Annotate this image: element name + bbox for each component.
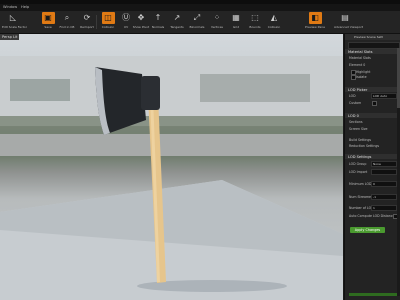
row-lod-import: LOD Import [349,170,368,174]
building-window [10,79,70,101]
normals-icon: ↑ [154,13,162,22]
binormals-button[interactable]: ⤢ Binormals [186,12,208,32]
custom-checkbox[interactable] [372,101,377,106]
lod-import-dropdown[interactable] [371,169,397,175]
hedge [0,116,343,136]
advanced-viewport-button[interactable]: ▤ Advanced Viewport [334,12,363,32]
bounds-icon: ⬚ [251,13,259,22]
details-search-input[interactable] [348,42,400,49]
menu-help[interactable]: Help [21,5,29,9]
row-lod-group: LOD Group [349,162,367,166]
toolbar: ◺ Edit Scale Factor ▣ Save ⌕ Find in CB … [0,11,400,34]
row-sections[interactable]: Sections [349,120,363,124]
find-in-content-browser-icon: ⌕ [64,13,70,22]
row-minimum-lod: Minimum LOD [349,182,372,186]
highlight-label: Highlight [356,70,371,74]
grid-icon: ▦ [232,13,240,22]
minimum-lod-input[interactable]: 0 [371,181,397,187]
isolate-label: Isolate [356,75,367,79]
lod-group-dropdown[interactable]: None [371,161,397,167]
row-auto-compute-lod: Auto Compute LOD Distances [349,214,397,218]
ground-plaza [0,134,343,156]
axe-eye [141,76,160,110]
row-build-settings[interactable]: Build Settings [349,138,371,142]
preview-pane-button[interactable]: ◧ Preview Pane [304,12,326,32]
viewport-mode-tag[interactable]: Persp Lit [0,34,20,40]
section-lod-picker[interactable]: LOD Picker [345,87,400,92]
edit-scale-factor-button[interactable]: ◺ Edit Scale Factor [2,12,27,32]
apply-changes-button[interactable]: Apply Changes [350,227,385,233]
section-material-slots[interactable]: Material Slots [345,49,400,54]
triangle-ruler-icon: ◺ [9,13,17,22]
viewport-scene [0,56,343,300]
section-lod-settings[interactable]: LOD Settings [345,154,400,159]
save-icon: ▣ [41,12,55,24]
preview-icon: ◧ [308,12,322,24]
number-of-lods-input[interactable]: 1 [371,205,397,211]
row-custom: Custom [349,101,362,105]
tangents-icon: ↗ [173,13,181,22]
collision-icon: ◫ [101,12,115,24]
row-material-slots: Material Slots [349,56,371,60]
tangents-button[interactable]: ↗ Tangents [166,12,188,32]
status-bar [349,293,397,296]
row-lod: LOD [349,94,356,98]
pivot-icon: ✥ [137,13,145,22]
tab-preview-scene-settings[interactable]: Preview Scene Sett [345,34,400,40]
vertices-icon: ⁘ [213,13,221,22]
menu-window[interactable]: Window [3,5,17,9]
reimport-icon: ⟳ [83,13,91,22]
viewport[interactable]: Persp Lit [0,34,343,300]
num-streamed-lods-input[interactable]: -1 [371,194,397,200]
find-in-cb-button[interactable]: ⌕ Find in CB [56,12,78,32]
row-element-0: Element 0 [349,63,366,67]
lod-dropdown[interactable]: LOD Auto [371,93,397,99]
binormals-icon: ⤢ [193,13,201,22]
row-screen-size: Screen Size [349,127,368,131]
advanced-viewport-icon: ▤ [341,13,349,22]
section-lod0[interactable]: LOD 0 [345,113,400,118]
collision-view-icon: ◭ [270,13,278,22]
row-reduction-settings[interactable]: Reduction Settings [349,144,379,148]
collision-view-button[interactable]: ◭ Collision [263,12,285,32]
details-panel: Preview Scene Sett Material Slots Materi… [344,34,400,300]
building-window [200,74,310,102]
menu-bar: Window Help [0,4,400,11]
reimport-button[interactable]: ⟳ Reimport [76,12,98,32]
